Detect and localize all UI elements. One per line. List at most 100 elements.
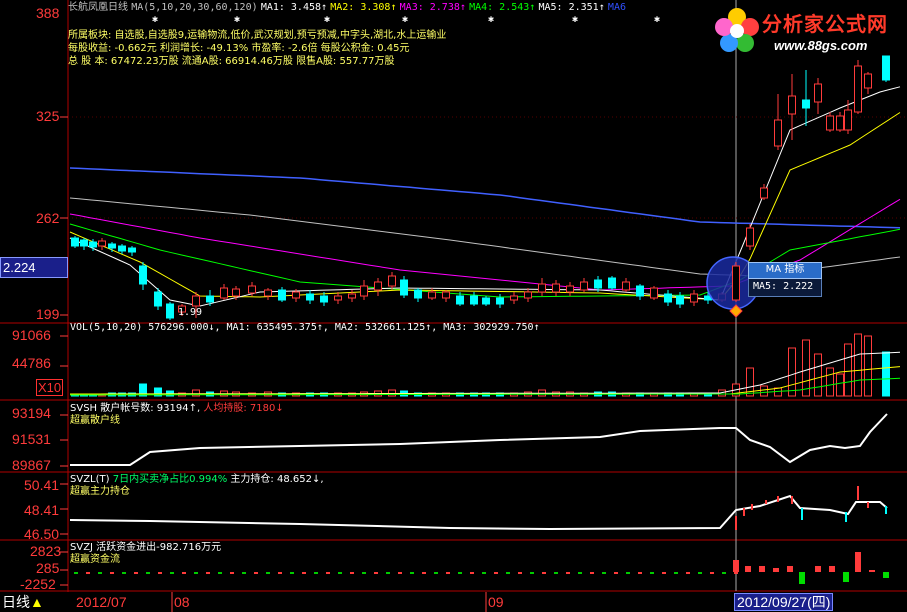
vol-tick-high: 91066 — [12, 327, 51, 343]
svzj-dot — [374, 572, 378, 574]
candle-body-20 — [320, 295, 328, 303]
volume-bar-55 — [802, 339, 810, 397]
svzj-dot — [590, 572, 594, 574]
svzj-bar-3 — [773, 568, 779, 572]
svzj-bar-7 — [829, 566, 835, 572]
candle-body-6 — [128, 247, 136, 253]
svzj-dot — [206, 572, 210, 574]
volume-bar-62 — [882, 351, 890, 397]
candle-body-51 — [746, 227, 754, 247]
candle-body-0 — [71, 237, 79, 247]
svzj-dot — [470, 572, 474, 574]
svzj-dot — [422, 572, 426, 574]
svsh-tick-low: 89867 — [12, 457, 51, 473]
svzj-dot — [578, 572, 582, 574]
svzj-dot — [182, 572, 186, 574]
svzj-dot — [410, 572, 414, 574]
svzj-dot — [170, 572, 174, 574]
svzj-dot — [230, 572, 234, 574]
svzj-dot — [278, 572, 282, 574]
candle-body-41 — [608, 277, 616, 289]
svzj-dot — [386, 572, 390, 574]
ma1-value: MA1: 3.458↑ — [260, 2, 328, 13]
svzj-bar-10 — [869, 570, 875, 572]
svzl-header-b: 7日内买卖净占比0.994% — [112, 474, 228, 485]
volume-bar-52 — [760, 385, 768, 397]
candle-body-47 — [690, 293, 698, 303]
ma6-value: MA6 — [607, 2, 626, 13]
candle-body-5 — [118, 245, 126, 252]
stock-name: 长航凤凰 — [68, 2, 108, 13]
triangle-up-icon: ▲ — [30, 594, 44, 610]
svzj-dot — [734, 572, 738, 574]
candle-body-45 — [664, 293, 672, 303]
candle-body-2 — [89, 241, 97, 248]
candle-body-40 — [594, 279, 602, 289]
svzj-dot — [482, 572, 486, 574]
svzj-dot — [650, 572, 654, 574]
ma4-value: MA4: 2.543↑ — [469, 2, 536, 13]
svzj-dot — [98, 572, 102, 574]
ma-params: MA(5,10,20,30,60,120) — [131, 2, 258, 13]
candle-body-11 — [192, 295, 200, 307]
svzl-tick-low: 46.50 — [24, 526, 60, 542]
svzj-dot — [434, 572, 438, 574]
svsh-header-b: 人均持股: 7180↓ — [203, 403, 284, 414]
chart-canvas[interactable]: ✱ ✱ ✱ ✱ ✱ ✱ ✱ — [0, 0, 907, 612]
svzl-header-c: 主力持仓: 48.652↓, — [230, 474, 324, 485]
candle-body-61 — [864, 73, 872, 89]
svzj-dot — [446, 572, 450, 574]
star-marker-icon-4: ✱ — [488, 14, 494, 25]
svzj-dot — [566, 572, 570, 574]
period-selector[interactable]: 日线▲ — [2, 594, 44, 610]
svzj-dot — [698, 572, 702, 574]
info-line-2: 每股收益: -0.662元 利润增长: -49.13% 市盈率: -2.6倍 每… — [68, 43, 410, 54]
svzj-tick-mid: 285 — [36, 560, 60, 576]
candle-body-57 — [826, 115, 834, 131]
svzj-dot — [686, 572, 690, 574]
ma5-line — [69, 167, 901, 229]
svzj-dot — [338, 572, 342, 574]
svzl-tick-high: 50.41 — [24, 477, 60, 493]
svzj-dot — [122, 572, 126, 574]
date-label-3: 09 — [488, 594, 504, 610]
candle-body-1 — [80, 239, 88, 247]
candle-body-14 — [232, 288, 240, 297]
volume-bar-61 — [864, 335, 872, 397]
svzj-bar-11 — [883, 572, 889, 578]
svzj-bar-0 — [733, 560, 739, 572]
star-marker-icon-3: ✱ — [402, 14, 408, 25]
volume-bar-60 — [854, 333, 862, 397]
candle-body-26 — [400, 279, 408, 296]
star-marker-icon-0: ✱ — [152, 14, 158, 25]
svzl-header: SVZL(T) 7日内买卖净占比0.994% 主力持仓: 48.652↓, — [70, 474, 324, 486]
svzl-header-a: SVZL(T) — [70, 474, 110, 485]
svzj-dot — [314, 572, 318, 574]
star-marker-icon-1: ✱ — [234, 14, 240, 25]
svzl-subtitle: 超赢主力持仓 — [70, 486, 130, 497]
svzj-dot — [350, 572, 354, 574]
svzj-bar-4 — [787, 566, 793, 572]
candle-body-60 — [854, 65, 862, 113]
svzj-header: SVZJ 活跃资金进出-982.716万元 — [70, 542, 222, 553]
candle-body-18 — [292, 291, 300, 299]
svzj-dot — [158, 572, 162, 574]
ma2-value: MA2: 3.308↑ — [330, 2, 397, 13]
candle-body-22 — [348, 293, 356, 299]
vol-header: VOL(5,10,20) 576296.000↓, MA1: 635495.37… — [70, 322, 540, 333]
main-header: 长航凤凰日线 MA(5,10,20,30,60,120) MA1: 3.458↑… — [68, 2, 626, 14]
svzj-subtitle: 超赢资金流 — [70, 554, 120, 565]
candle-body-44 — [650, 287, 658, 299]
svzj-dot — [242, 572, 246, 574]
svzj-bar-2 — [759, 566, 765, 572]
candle-body-23 — [360, 285, 368, 297]
candle-body-59 — [844, 109, 852, 131]
price-tick-262: 262 — [36, 210, 60, 226]
svsh-header-a: SVSH 散户帐号数: 93194↑, — [70, 403, 201, 414]
svzj-dot — [458, 572, 462, 574]
svzj-dot — [722, 572, 726, 574]
svzj-dot — [542, 572, 546, 574]
logo-url: www.88gs.com — [774, 38, 868, 53]
period-label: 日线 — [108, 2, 128, 13]
candle-body-55 — [802, 99, 810, 109]
